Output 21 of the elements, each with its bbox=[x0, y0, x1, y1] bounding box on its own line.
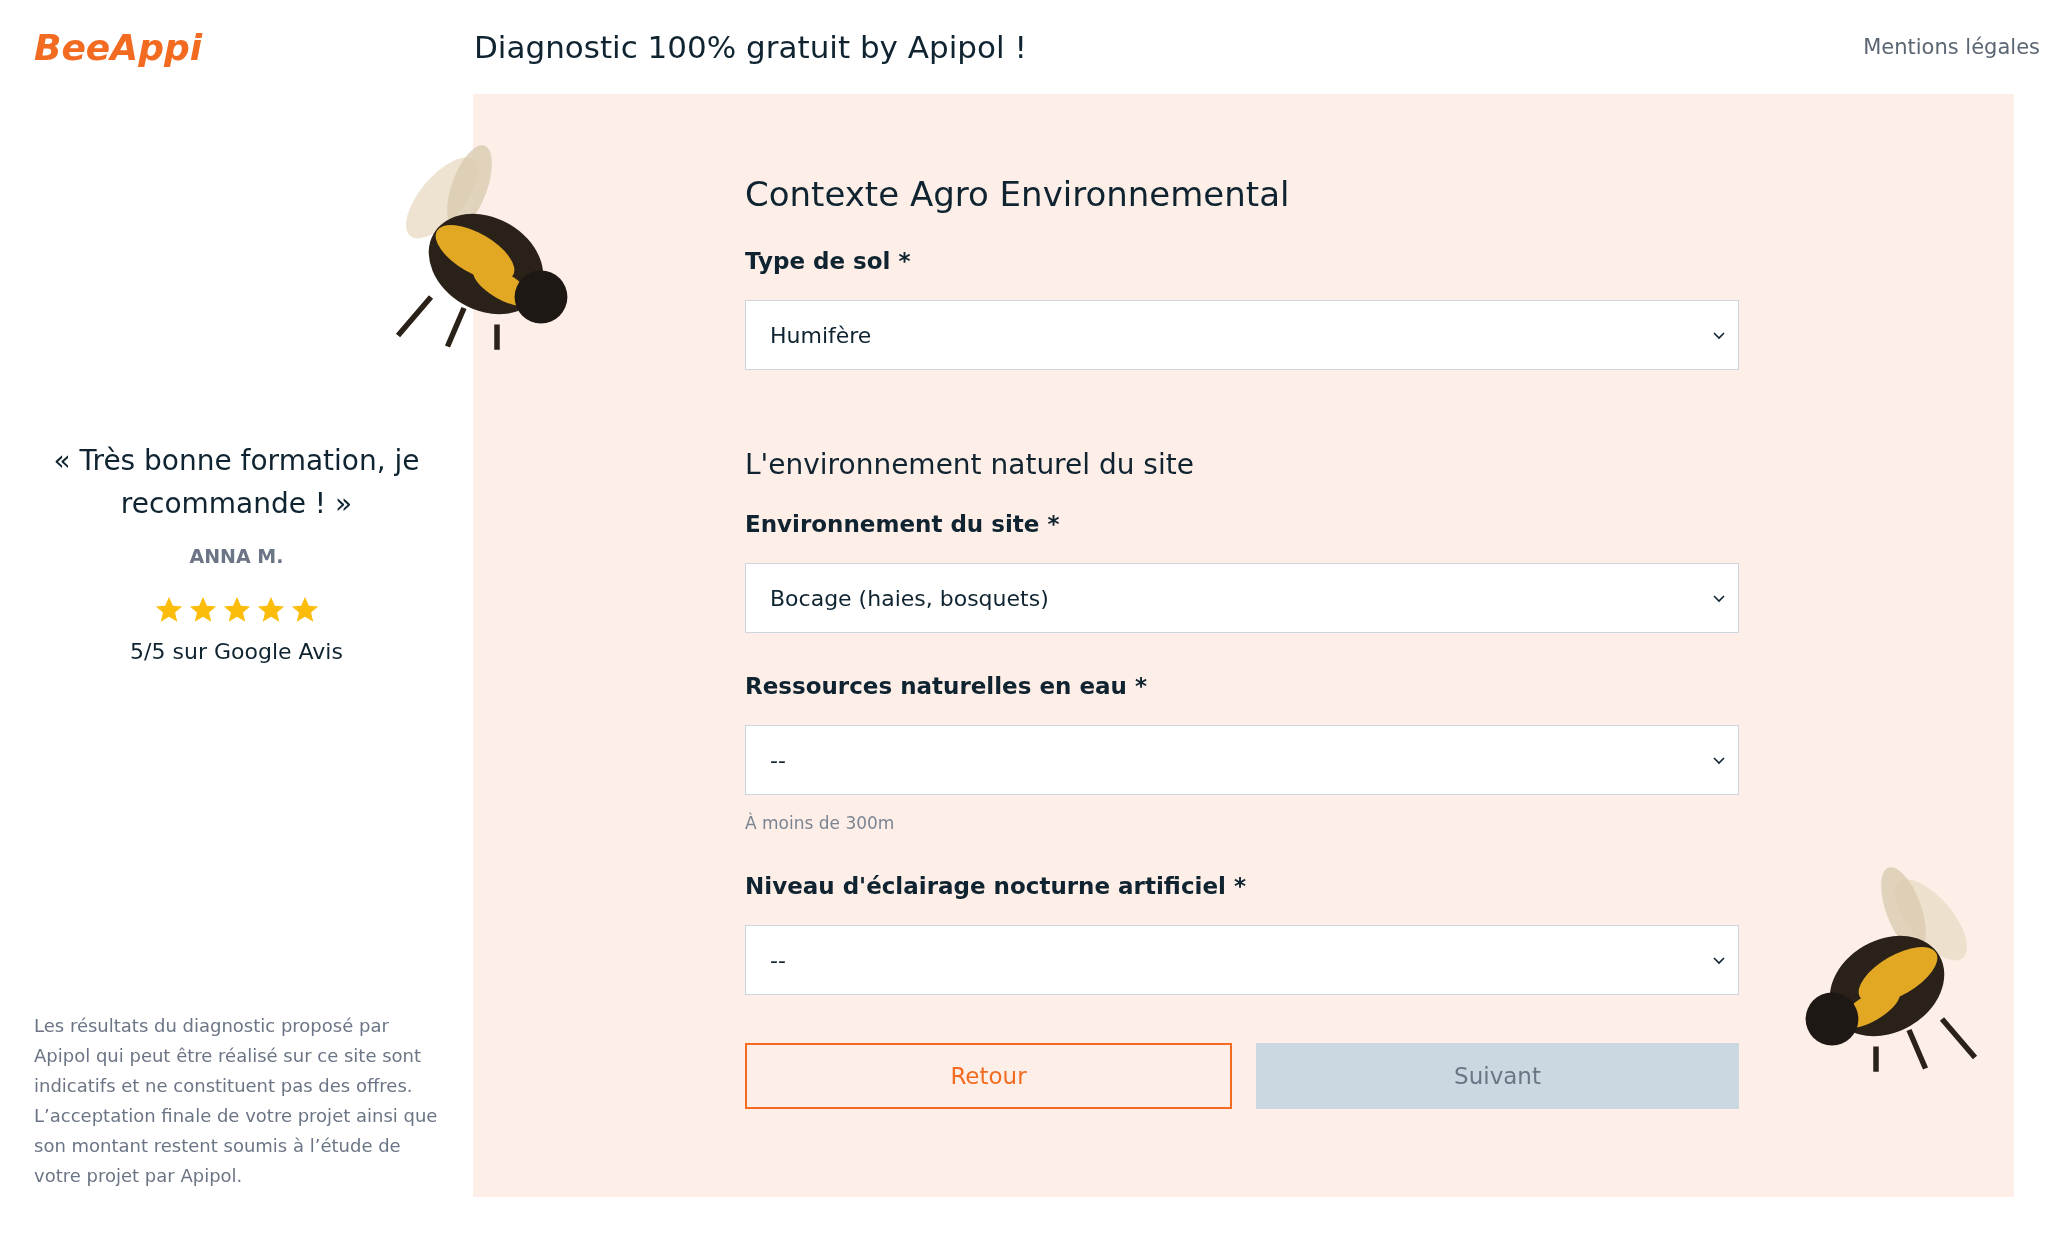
rating-text: 5/5 sur Google Avis bbox=[130, 639, 343, 664]
testimonial-author: ANNA M. bbox=[189, 545, 284, 567]
select-field[interactable]: Bocage (haies, bosquets) bbox=[745, 563, 1739, 633]
chevron-down-icon bbox=[1712, 593, 1726, 603]
testimonial-quote: « Très bonne formation, je recommande ! » bbox=[52, 443, 421, 522]
field-hint: À moins de 300m bbox=[745, 813, 896, 833]
field-label: Niveau d'éclairage nocturne artificiel * bbox=[745, 873, 1247, 899]
select-field[interactable]: Humifère bbox=[745, 300, 1739, 370]
select-field[interactable]: -- bbox=[745, 725, 1739, 795]
section-heading: L'environnement naturel du site bbox=[745, 448, 1195, 481]
field-label: Ressources naturelles en eau * bbox=[745, 673, 1148, 699]
legal-link[interactable]: Mentions légales bbox=[1863, 35, 2040, 59]
form-title: Contexte Agro Environnemental bbox=[745, 174, 1291, 214]
chevron-down-icon bbox=[1712, 755, 1726, 765]
select-field[interactable]: -- bbox=[745, 925, 1739, 995]
page-title: Diagnostic 100% gratuit by Apipol ! bbox=[474, 29, 1028, 65]
chevron-down-icon bbox=[1712, 955, 1726, 965]
field-label: Type de sol * bbox=[745, 248, 912, 274]
field-label: Environnement du site * bbox=[745, 511, 1061, 537]
chevron-down-icon bbox=[1712, 330, 1726, 340]
disclaimer-text: Les résultats du diagnostic proposé par Apipol qui peut être réalisé sur ce site sont indicatifs et ne constituent pas des offres. L’acceptation finale de votre projet ainsi que son montant restent soumis à l’étude de votre projet par Apipol. bbox=[33, 1014, 439, 1188]
